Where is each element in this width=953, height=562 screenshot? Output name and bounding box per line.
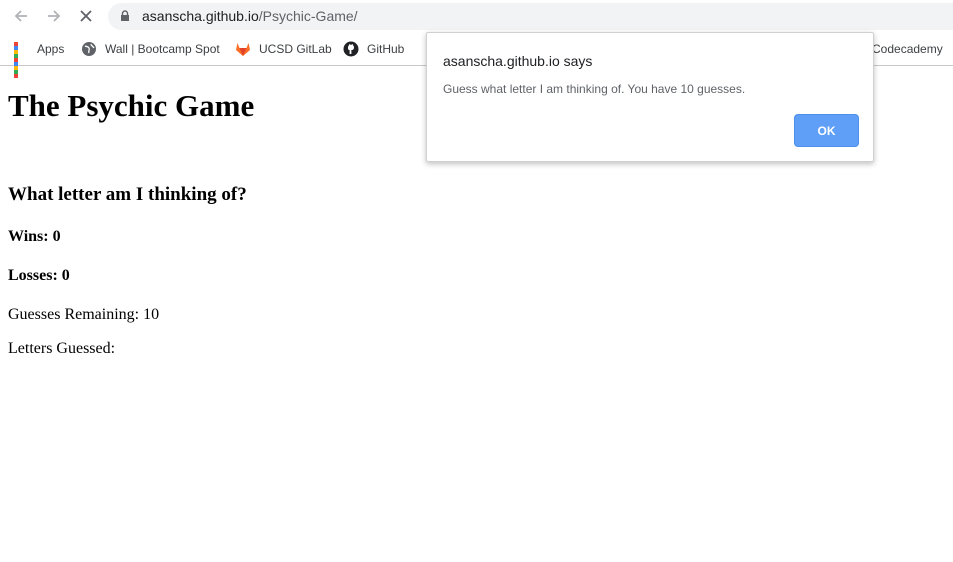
bookmark-label: Codecademy [872,42,943,56]
bookmark-apps[interactable]: Apps [13,40,65,78]
bookmark-label: Wall | Bootcamp Spot [105,42,220,56]
wins-counter: Wins: 0 [8,228,61,245]
globe-icon [82,42,96,56]
guesses-remaining: Guesses Remaining: 10 [8,306,160,323]
page-title: The Psychic Game [8,88,255,123]
dialog-message: Guess what letter I am thinking of. You … [443,82,746,96]
url-path: /Psychic-Game/ [258,8,358,24]
url-text: asanscha.github.io/Psychic-Game/ [142,8,358,24]
bookmark-label: UCSD GitLab [259,42,332,56]
dialog-title: asanscha.github.io says [443,53,593,69]
forward-button[interactable] [42,5,66,27]
address-bar[interactable]: asanscha.github.io/Psychic-Game/ [108,3,953,30]
letters-guessed: Letters Guessed: [8,340,116,357]
bookmark-codecademy[interactable]: Codecademy [872,40,943,58]
gitlab-icon [236,43,250,56]
bookmark-label: GitHub [367,42,405,56]
bookmark-bootcamp-spot[interactable]: Wall | Bootcamp Spot [81,40,220,58]
arrow-left-icon [14,10,27,22]
losses-counter: Losses: 0 [8,267,70,284]
github-icon [343,41,359,57]
question-heading: What letter am I thinking of? [8,184,247,205]
arrow-right-icon [48,10,61,22]
url-host: asanscha.github.io [142,8,259,24]
bookmark-github[interactable]: GitHub [343,40,404,58]
bookmark-ucsd-gitlab[interactable]: UCSD GitLab [235,40,332,58]
apps-grid-icon [13,41,29,78]
ok-button[interactable]: OK [794,114,859,147]
stop-loading-button[interactable] [74,5,98,27]
bookmark-label: Apps [37,42,65,56]
browser-toolbar: asanscha.github.io/Psychic-Game/ [0,0,953,33]
lock-icon [121,10,129,21]
close-icon [80,10,92,22]
back-button[interactable] [9,5,33,27]
alert-dialog: asanscha.github.io says Guess what lette… [426,32,874,162]
